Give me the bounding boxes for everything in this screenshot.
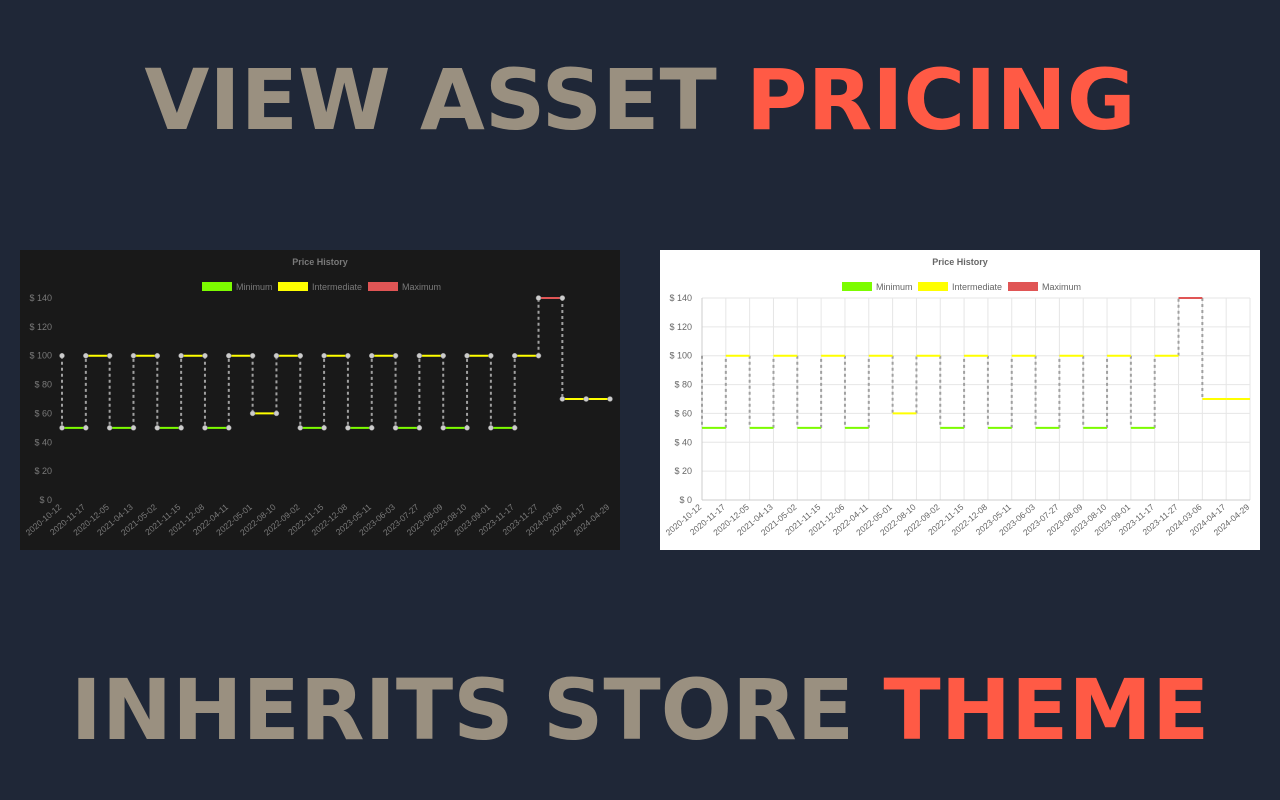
chart-dark-price-point xyxy=(249,352,256,359)
chart-dark-price-point xyxy=(535,295,542,301)
chart-dark-price-point xyxy=(392,425,399,431)
chart-dark-price-point xyxy=(178,425,184,431)
chart-light-y-tick-label: $ 0 xyxy=(679,495,692,505)
price-history-chart-light: Price History Minimum Intermediate Maximum $… xyxy=(660,250,1260,550)
chart-dark-price-point xyxy=(297,352,304,359)
chart-dark-price-point xyxy=(416,352,423,359)
chart-light-legend-swatch-minimum xyxy=(842,282,872,291)
headline-bottom: INHERITS STORE THEME xyxy=(0,668,1280,752)
chart-dark-price-point xyxy=(583,396,589,402)
chart-dark-y-tick-label: $ 80 xyxy=(34,380,52,390)
chart-dark-title: Price History xyxy=(292,257,348,267)
chart-dark-price-point xyxy=(511,425,518,431)
chart-dark-price-point xyxy=(226,425,232,431)
chart-dark-price-point xyxy=(202,352,208,359)
chart-dark-price-point xyxy=(83,425,89,431)
chart-dark-price-point xyxy=(488,352,494,359)
chart-dark-price-point xyxy=(273,410,280,417)
chart-light-legend-swatch-maximum xyxy=(1008,282,1038,291)
headline-top: VIEW ASSET PRICING xyxy=(0,58,1280,142)
chart-dark-price-point xyxy=(464,352,470,359)
chart-dark-legend-label-intermediate: Intermediate xyxy=(312,282,362,292)
chart-light-title: Price History xyxy=(932,257,988,267)
chart-dark-price-point xyxy=(130,352,137,359)
chart-dark-y-tick-label: $ 0 xyxy=(39,495,52,505)
chart-dark-price-point xyxy=(202,425,208,431)
chart-dark-price-point xyxy=(59,425,65,431)
chart-light-y-tick-label: $ 140 xyxy=(669,293,692,303)
chart-dark-legend-label-minimum: Minimum xyxy=(236,282,273,292)
chart-dark-price-point xyxy=(106,425,113,431)
headline-bottom-muted: INHERITS STORE xyxy=(70,661,884,759)
chart-dark-price-point xyxy=(488,425,494,431)
chart-dark-price-point xyxy=(416,425,423,431)
chart-dark-price-point xyxy=(154,425,161,431)
chart-dark-price-point xyxy=(559,295,566,301)
chart-dark-y-tick-label: $ 60 xyxy=(34,408,52,418)
chart-dark-svg: Price History Minimum Intermediate Maximum $… xyxy=(24,257,613,537)
chart-dark-price-point xyxy=(226,352,232,359)
chart-light-y-tick-label: $ 120 xyxy=(669,322,692,332)
price-history-chart-dark: Price History Minimum Intermediate Maximum $… xyxy=(20,250,620,550)
chart-dark-price-point xyxy=(440,425,446,431)
chart-dark-price-point xyxy=(297,425,304,431)
chart-dark-price-point xyxy=(106,352,113,359)
chart-dark-legend-swatch-maximum xyxy=(368,282,398,291)
chart-dark-price-point xyxy=(464,425,470,431)
chart-dark-legend-swatch-minimum xyxy=(202,282,232,291)
headline-top-muted: VIEW ASSET xyxy=(144,51,747,149)
chart-light-y-tick-label: $ 40 xyxy=(674,437,692,447)
chart-dark-price-point xyxy=(559,396,566,402)
chart-dark-price-point xyxy=(83,352,89,359)
chart-dark-y-tick-label: $ 100 xyxy=(29,351,52,361)
chart-light-y-tick-label: $ 80 xyxy=(674,380,692,390)
chart-dark-price-point xyxy=(130,425,137,431)
chart-dark-price-point xyxy=(154,352,161,359)
chart-light-y-tick-label: $ 100 xyxy=(669,351,692,361)
chart-light-legend-label-minimum: Minimum xyxy=(876,282,913,292)
chart-dark-price-point xyxy=(392,352,399,359)
chart-dark-price-point xyxy=(368,352,375,359)
chart-dark-price-point xyxy=(249,410,256,417)
chart-light-legend-label-maximum: Maximum xyxy=(1042,282,1081,292)
headline-bottom-accent: THEME xyxy=(883,661,1210,759)
chart-dark-legend-label-maximum: Maximum xyxy=(402,282,441,292)
chart-dark-price-point xyxy=(321,352,327,359)
chart-dark-y-tick-label: $ 120 xyxy=(29,322,52,332)
chart-dark-price-point xyxy=(345,352,351,359)
chart-dark-price-point xyxy=(178,352,184,359)
chart-dark-legend-swatch-intermediate xyxy=(278,282,308,291)
chart-dark-price-point xyxy=(511,352,518,359)
chart-light-legend-label-intermediate: Intermediate xyxy=(952,282,1002,292)
chart-dark-price-point xyxy=(535,352,542,359)
chart-dark-y-tick-label: $ 20 xyxy=(34,466,52,476)
chart-dark-y-tick-label: $ 140 xyxy=(29,293,52,303)
chart-light-legend-swatch-intermediate xyxy=(918,282,948,291)
chart-light-svg: Price History Minimum Intermediate Maximum $… xyxy=(664,257,1252,537)
chart-dark-price-point xyxy=(368,425,375,431)
headline-top-accent: PRICING xyxy=(746,51,1136,149)
chart-dark-y-tick-label: $ 40 xyxy=(34,437,52,447)
chart-dark-price-point xyxy=(59,352,65,359)
chart-dark-price-point xyxy=(321,425,327,431)
chart-dark-price-point xyxy=(440,352,446,359)
chart-light-y-tick-label: $ 20 xyxy=(674,466,692,476)
chart-light-y-tick-label: $ 60 xyxy=(674,408,692,418)
chart-dark-price-point xyxy=(345,425,351,431)
chart-dark-price-point xyxy=(607,396,613,402)
chart-dark-price-point xyxy=(273,352,280,359)
